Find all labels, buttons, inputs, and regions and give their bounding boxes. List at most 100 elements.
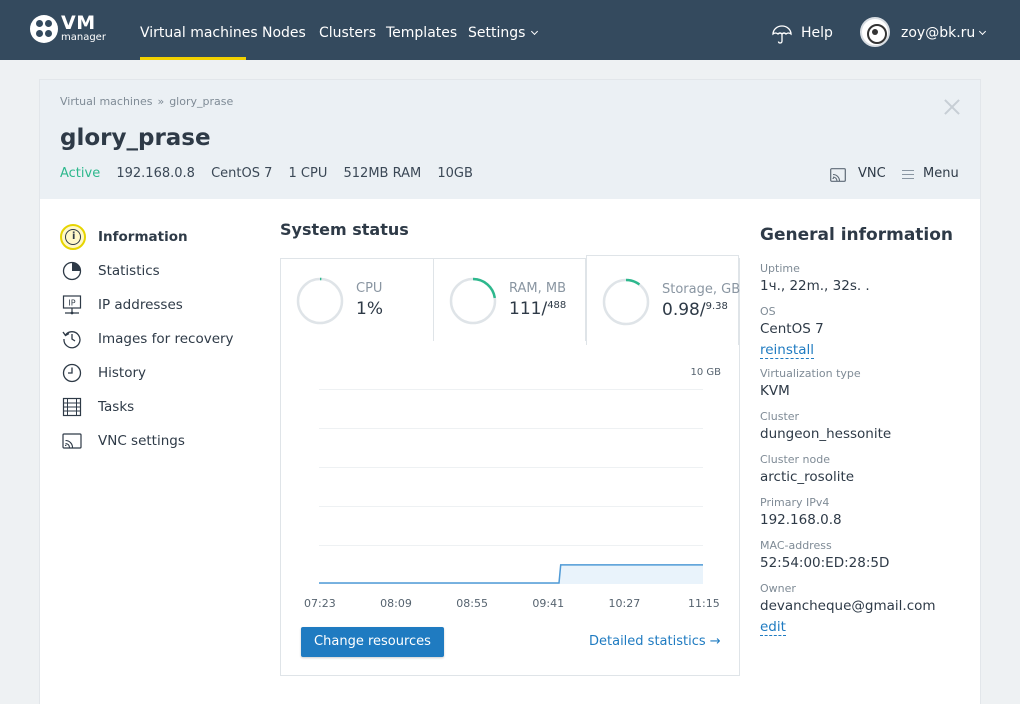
umbrella-icon (772, 25, 792, 44)
sidebar-item-vnc-settings[interactable]: VNC settings (60, 428, 260, 454)
x-tick-label: 09:41 (532, 597, 565, 610)
gauge-max: 488 (547, 300, 567, 311)
nav-nodes[interactable]: Nodes (262, 0, 306, 60)
vnc-icon (62, 433, 82, 449)
mac-label: MAC-address (760, 539, 832, 552)
os-label: OS (760, 305, 776, 318)
chart-area (319, 564, 703, 584)
vm-cpu: 1 CPU (288, 166, 328, 181)
system-status-card: CPU 1% RAM, MB 111/488 Storage, GB 0.98/… (280, 255, 741, 676)
gauge-value: 0.98/9.38 (662, 300, 728, 320)
menu-label: Menu (923, 166, 959, 181)
sidebar-item-label: Statistics (98, 263, 160, 279)
node-label: Cluster node (760, 453, 830, 466)
x-tick-label: 08:09 (380, 597, 412, 610)
status-badge: Active (60, 166, 101, 181)
ipv4-value: 192.168.0.8 (760, 512, 842, 528)
virt-label: Virtualization type (760, 367, 861, 380)
logo[interactable]: VM manager (30, 13, 120, 47)
node-value: arctic_rosolite (760, 469, 855, 485)
sidebar-item-label: History (98, 365, 147, 381)
storage-chart: 10 GB 07:23 08:09 08:55 09:41 10:27 11:15 (281, 359, 741, 610)
sidebar-item-label: Information (98, 229, 188, 245)
help-label: Help (801, 25, 833, 41)
nav-settings[interactable]: Settings (468, 0, 539, 60)
owner-label: Owner (760, 582, 796, 595)
chevron-down-icon (531, 27, 539, 36)
page-title: glory_prase (60, 125, 211, 151)
svg-text:IP: IP (68, 299, 75, 308)
breadcrumb-current: glory_prase (169, 95, 234, 108)
vm-disk: 10GB (437, 166, 473, 181)
avatar (860, 17, 890, 47)
sidebar-item-ip-addresses[interactable]: IP IP addresses (60, 292, 260, 318)
vm-os: CentOS 7 (211, 166, 273, 181)
gauge-value: 111/488 (509, 299, 566, 319)
gauge-storage[interactable]: Storage, GB 0.98/9.38 (586, 255, 741, 345)
owner-value: devancheque@gmail.com (760, 598, 936, 614)
info-icon: i (60, 224, 86, 250)
nav-virtual-machines[interactable]: Virtual machines (140, 0, 258, 60)
ipv4-label: Primary IPv4 (760, 496, 830, 509)
nav-templates[interactable]: Templates (386, 0, 457, 60)
sidebar-item-label: Tasks (98, 399, 135, 415)
virt-value: KVM (760, 383, 790, 399)
pie-chart-icon (62, 261, 82, 281)
vm-header: Virtual machines » glory_prase glory_prase… (40, 80, 980, 199)
sidebar-item-history[interactable]: History (60, 360, 260, 386)
gauge-current: 111/ (509, 299, 548, 319)
gauge-label: CPU (356, 281, 383, 296)
breadcrumb-separator: » (157, 95, 165, 108)
x-tick-label: 07:23 (304, 597, 336, 610)
gauge-ring (602, 278, 650, 326)
user-menu[interactable]: zoy@bk.ru (860, 0, 1000, 60)
nav-clusters[interactable]: Clusters (319, 0, 376, 60)
tasks-icon (62, 397, 82, 417)
sidebar-item-label: Images for recovery (98, 331, 234, 347)
breadcrumb-root[interactable]: Virtual machines (60, 95, 152, 108)
gauge-label: RAM, MB (509, 281, 567, 296)
os-value: CentOS 7 (760, 321, 824, 337)
general-info-title: General information (760, 225, 954, 245)
uptime-value: 1ч., 22m., 32s. . (760, 278, 870, 294)
reinstall-link[interactable]: reinstall (760, 342, 814, 359)
close-icon[interactable] (944, 99, 960, 115)
sidebar-item-label: IP addresses (98, 297, 183, 313)
sidebar-item-information[interactable]: i Information (60, 224, 260, 250)
cluster-label: Cluster (760, 410, 800, 423)
x-tick-label: 08:55 (456, 597, 488, 610)
gauge-max: 9.38 (705, 301, 728, 312)
gauge-value: 1% (356, 299, 383, 319)
user-email-label: zoy@bk.ru (901, 25, 976, 41)
cluster-value: dungeon_hessonite (760, 426, 892, 442)
system-status-title: System status (280, 220, 409, 239)
top-navbar: VM manager Virtual machines Nodes Cluste… (0, 0, 1020, 60)
clock-icon (62, 363, 82, 383)
user-email: zoy@bk.ru (901, 0, 987, 67)
detailed-statistics-link[interactable]: Detailed statistics → (589, 634, 721, 649)
logo-sub: manager (61, 32, 106, 43)
vm-panel: Virtual machines » glory_prase glory_prase… (40, 80, 980, 704)
uptime-label: Uptime (760, 262, 800, 275)
gauge-label: Storage, GB (662, 282, 741, 297)
sidebar-item-tasks[interactable]: Tasks (60, 394, 260, 420)
sidebar-item-images-for-recovery[interactable]: Images for recovery (60, 326, 260, 352)
chevron-down-icon (979, 27, 987, 36)
ip-icon: IP (62, 295, 82, 315)
logo-brand: VM (61, 12, 96, 34)
nav-settings-label: Settings (468, 25, 526, 41)
gauge-ram[interactable]: RAM, MB 111/488 (433, 259, 586, 341)
hamburger-icon (902, 170, 914, 179)
edit-owner-link[interactable]: edit (760, 619, 786, 636)
vnc-icon (830, 168, 846, 182)
gauge-cpu[interactable]: CPU 1% (281, 259, 434, 341)
breadcrumb: Virtual machines » glory_prase (60, 95, 233, 108)
vm-ip: 192.168.0.8 (116, 166, 195, 181)
gauge-ring (296, 277, 344, 325)
restore-icon (62, 331, 81, 349)
logo-icon (30, 15, 58, 43)
sidebar-item-statistics[interactable]: Statistics (60, 258, 260, 284)
gauge-current: 0.98/ (662, 300, 706, 320)
change-resources-button[interactable]: Change resources (301, 627, 444, 657)
sidebar-item-label: VNC settings (98, 433, 185, 449)
